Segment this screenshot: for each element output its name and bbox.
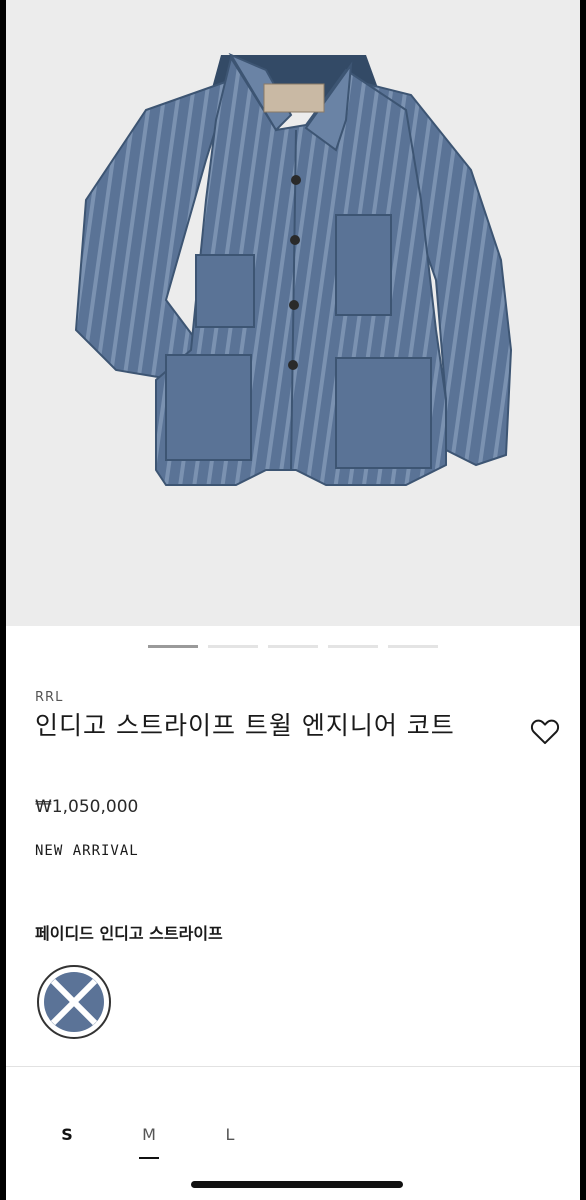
gallery-indicator-4[interactable]: [328, 645, 378, 648]
gallery-indicator-3[interactable]: [268, 645, 318, 648]
brand-name[interactable]: RRL: [35, 690, 63, 705]
product-price: ₩1,050,000: [35, 797, 139, 817]
size-selector: S M L: [6, 1125, 580, 1165]
selected-size-underline: [139, 1157, 159, 1159]
size-option-m[interactable]: M: [129, 1125, 169, 1144]
new-arrival-badge: NEW ARRIVAL: [35, 843, 139, 859]
product-image-gallery[interactable]: [6, 0, 580, 626]
product-detail-screen: RRL 인디고 스트라이프 트윌 엔지니어 코트 ₩1,050,000 NEW …: [6, 0, 580, 1200]
gallery-indicator-5[interactable]: [388, 645, 438, 648]
section-divider: [6, 1066, 580, 1067]
size-option-s[interactable]: S: [47, 1125, 87, 1144]
size-option-l[interactable]: L: [210, 1125, 250, 1144]
gallery-pagination[interactable]: [148, 645, 438, 648]
gallery-indicator-1[interactable]: [148, 645, 198, 648]
denim-jacket-image: [74, 52, 513, 486]
gallery-indicator-2[interactable]: [208, 645, 258, 648]
heart-icon[interactable]: [528, 714, 562, 748]
home-indicator[interactable]: [191, 1181, 403, 1188]
selected-color-name: 페이디드 인디고 스트라이프: [35, 924, 223, 943]
product-title: 인디고 스트라이프 트윌 엔지니어 코트: [35, 711, 455, 740]
color-swatch-faded-indigo-stripe[interactable]: [36, 964, 112, 1040]
